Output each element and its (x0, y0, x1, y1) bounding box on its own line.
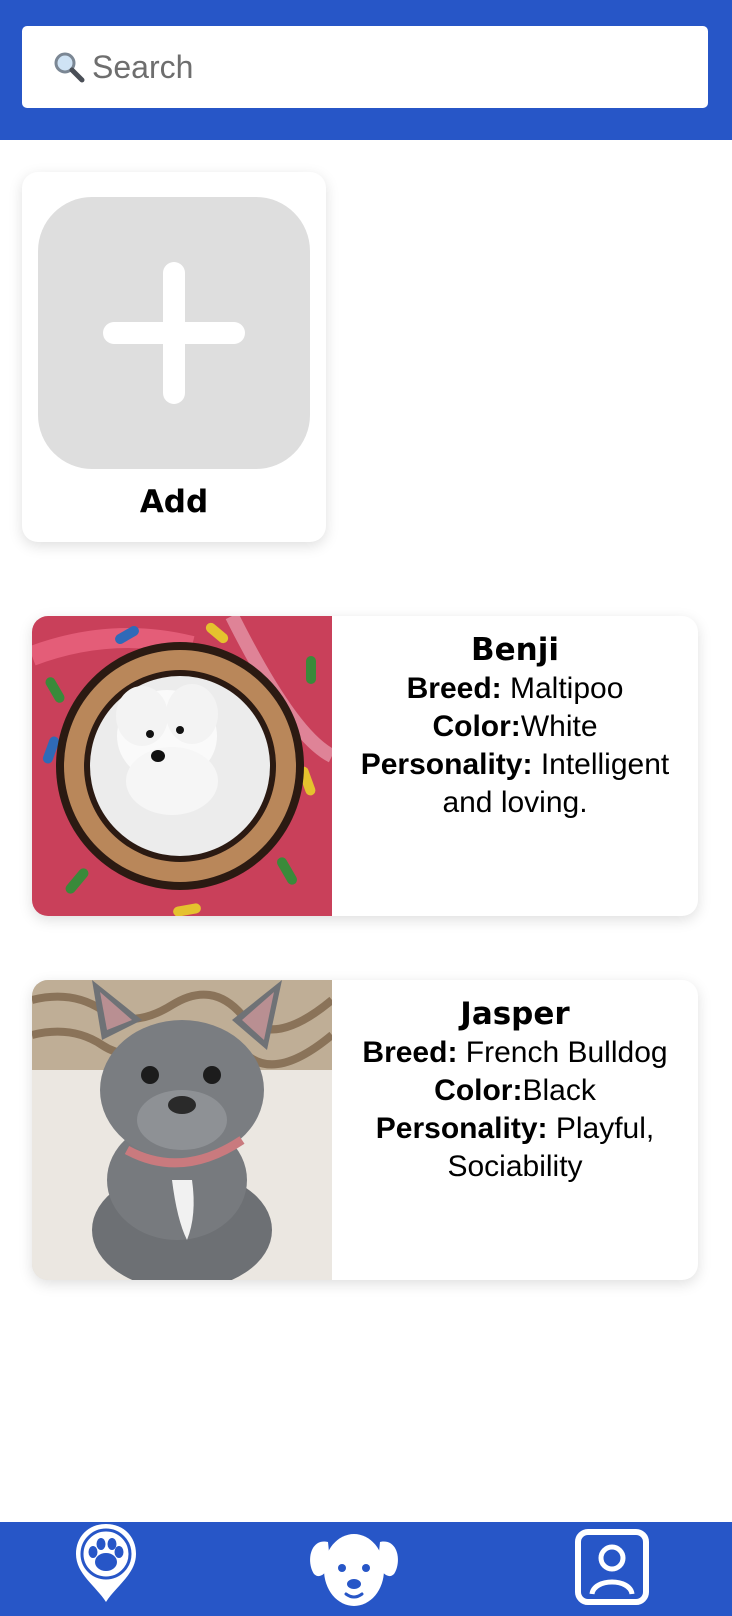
breed-value: Maltipoo (509, 672, 624, 705)
pet-name: Jasper (460, 996, 570, 1032)
add-label: Add (139, 484, 209, 520)
color-label: Color: (434, 1074, 523, 1107)
pet-personality: Personality: Playful, Sociability (332, 1110, 698, 1186)
color-label: Color: (432, 710, 521, 743)
breed-label: Breed: (406, 672, 502, 705)
breed-value: French Bulldog (465, 1036, 668, 1069)
dog-face-icon (310, 1534, 398, 1606)
add-pet-button[interactable] (38, 197, 310, 469)
pet-card-jasper[interactable]: Jasper Breed: French Bulldog Color:Black… (32, 980, 698, 1280)
pet-photo (32, 980, 332, 1280)
search-input[interactable] (92, 48, 652, 86)
pet-personality: Personality: Intelligent and loving. (332, 746, 698, 822)
color-value: Black (522, 1074, 596, 1107)
pet-card-benji[interactable]: Benji Breed: Maltipoo Color:White Person… (32, 616, 698, 916)
top-bar (0, 0, 732, 140)
paw-location-icon (76, 1524, 136, 1602)
pet-color: Color:White (332, 708, 698, 746)
nav-dogs-button[interactable] (308, 1522, 400, 1616)
personality-label: Personality: (375, 1112, 548, 1145)
add-pet-card[interactable]: Add (22, 172, 326, 542)
nav-profile-button[interactable] (574, 1522, 650, 1616)
pet-details: Benji Breed: Maltipoo Color:White Person… (332, 630, 698, 822)
plus-icon (103, 262, 245, 404)
nav-paw-location-button[interactable] (72, 1522, 140, 1616)
pet-photo (32, 616, 332, 916)
personality-label: Personality: (360, 748, 533, 781)
pet-color: Color:Black (332, 1072, 698, 1110)
pet-details: Jasper Breed: French Bulldog Color:Black… (332, 994, 698, 1186)
search-bar[interactable] (22, 26, 708, 108)
bottom-nav (0, 1522, 732, 1616)
search-icon (52, 50, 86, 84)
pet-name: Benji (471, 632, 559, 668)
pet-breed: Breed: Maltipoo (332, 670, 698, 708)
pet-breed: Breed: French Bulldog (332, 1034, 698, 1072)
color-value: White (520, 710, 598, 743)
breed-label: Breed: (362, 1036, 458, 1069)
profile-icon (575, 1529, 649, 1605)
